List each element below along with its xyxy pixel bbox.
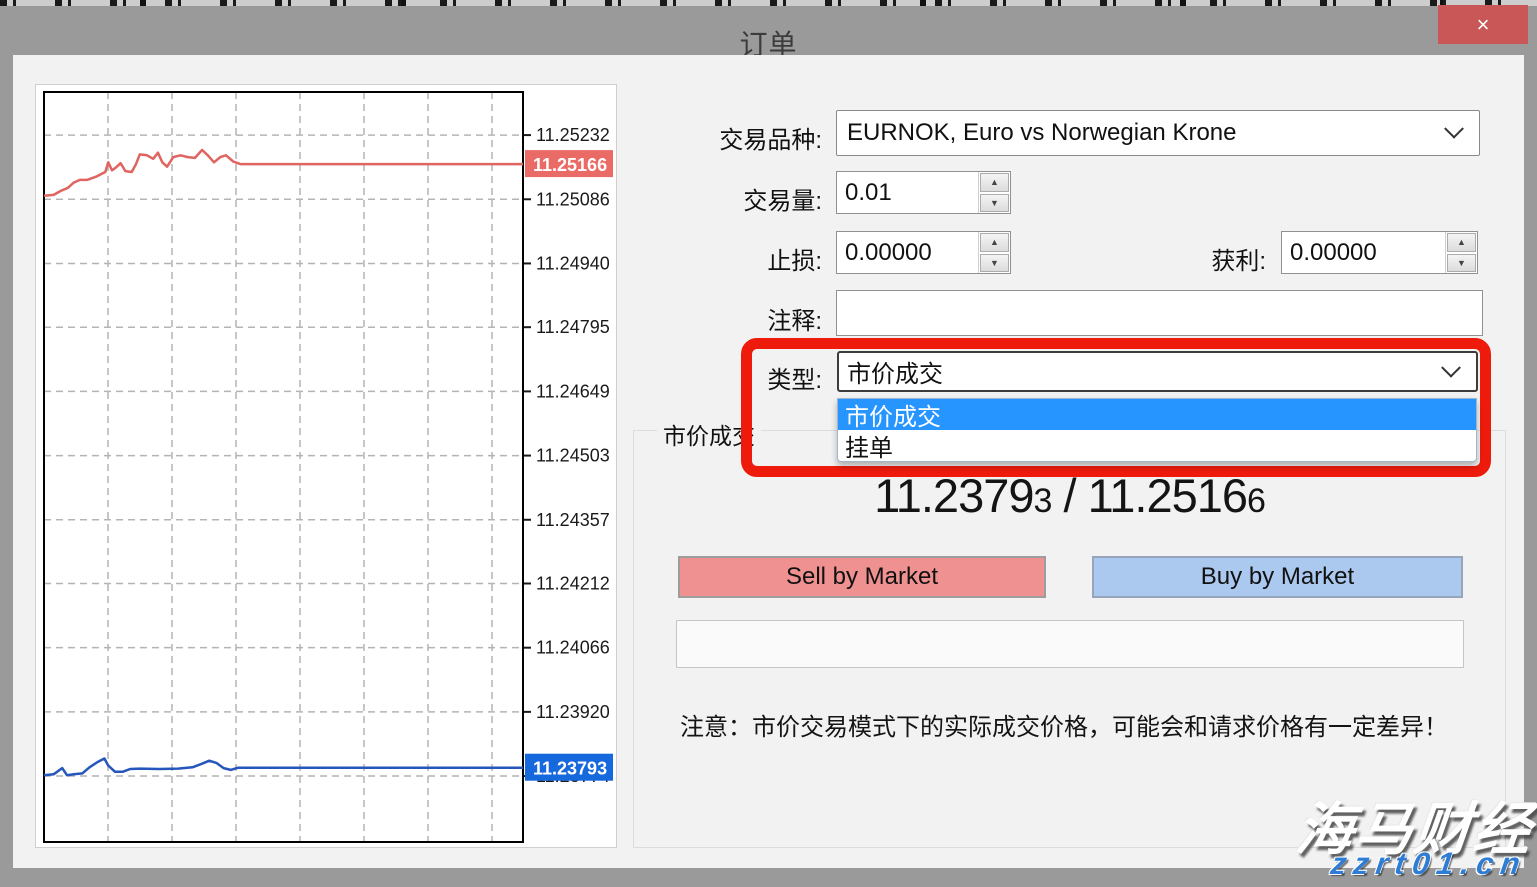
stoploss-label: 止损: (650, 241, 822, 276)
takeprofit-spin-up[interactable]: ▲ (1447, 233, 1476, 252)
note-text: 注意：市价交易模式下的实际成交价格，可能会和请求价格有一定差异！ (680, 707, 1480, 742)
close-icon: × (1477, 12, 1490, 38)
symbol-label: 交易品种: (650, 120, 822, 155)
buy-button-label: Buy by Market (1201, 563, 1354, 591)
stoploss-stepper[interactable]: 0.00000 ▲ ▼ (836, 231, 1011, 274)
comment-input[interactable] (836, 290, 1483, 336)
window-frame-left (0, 55, 13, 870)
order-type-label: 类型: (700, 360, 822, 395)
price-separator: / (1051, 469, 1087, 522)
svg-text:11.23793: 11.23793 (533, 759, 607, 779)
svg-text:11.24649: 11.24649 (536, 381, 610, 401)
tick-chart-panel: 11.25232 11.25086 11.24940 11.24795 11.24649… (35, 84, 617, 848)
volume-spin-down[interactable]: ▼ (980, 194, 1009, 213)
order-type-dropdown: 市价成交 挂单 (837, 398, 1477, 462)
svg-text:11.25232: 11.25232 (536, 125, 610, 145)
buy-button[interactable]: Buy by Market (1092, 556, 1463, 598)
comment-label: 注释: (650, 301, 822, 336)
bid-price: 11.2379 (874, 469, 1033, 522)
close-button[interactable]: × (1438, 5, 1528, 44)
volume-label: 交易量: (650, 181, 822, 216)
ask-price: 11.2516 (1088, 469, 1247, 522)
svg-text:11.24066: 11.24066 (536, 638, 610, 658)
takeprofit-label: 获利: (1130, 241, 1266, 276)
chevron-down-icon (1441, 357, 1461, 377)
order-type-combobox[interactable]: 市价成交 (837, 351, 1478, 392)
bid-ask-price: 11.23793 / 11.25166 (633, 468, 1506, 523)
volume-stepper[interactable]: 0.01 ▲ ▼ (836, 171, 1011, 214)
dialog-titlebar: 订单 (0, 6, 1537, 55)
symbol-value: EURNOK, Euro vs Norwegian Krone (837, 119, 1447, 147)
svg-text:11.24357: 11.24357 (536, 510, 610, 530)
svg-text:11.24795: 11.24795 (536, 317, 610, 337)
stoploss-spin-up[interactable]: ▲ (980, 233, 1009, 252)
sell-button-label: Sell by Market (786, 563, 938, 591)
chevron-down-icon (1444, 119, 1464, 139)
svg-text:11.23920: 11.23920 (536, 702, 610, 722)
dropdown-option-market-execution[interactable]: 市价成交 (838, 399, 1476, 430)
sell-button[interactable]: Sell by Market (678, 556, 1046, 598)
order-type-value: 市价成交 (839, 354, 1444, 389)
volume-value: 0.01 (837, 172, 978, 213)
stoploss-spin-down[interactable]: ▼ (980, 254, 1009, 273)
tick-chart: 11.25232 11.25086 11.24940 11.24795 11.24649… (36, 85, 616, 847)
watermark-url: zzrt01.cn (1329, 846, 1530, 882)
comment-field-wrap (836, 290, 1483, 336)
stoploss-value: 0.00000 (837, 232, 978, 273)
svg-text:11.24212: 11.24212 (536, 574, 610, 594)
symbol-combobox[interactable]: EURNOK, Euro vs Norwegian Krone (836, 110, 1480, 156)
execution-group-label: 市价成交 (657, 417, 761, 451)
volume-spin-up[interactable]: ▲ (980, 173, 1009, 192)
svg-text:11.25086: 11.25086 (536, 189, 610, 209)
status-bar (676, 620, 1464, 668)
dropdown-option-pending-order[interactable]: 挂单 (838, 430, 1476, 461)
window-frame-bottom (0, 868, 1537, 887)
ask-price-last-digit: 6 (1247, 482, 1265, 520)
svg-text:11.24503: 11.24503 (536, 446, 610, 466)
takeprofit-stepper[interactable]: 0.00000 ▲ ▼ (1281, 231, 1478, 274)
takeprofit-value: 0.00000 (1282, 232, 1445, 273)
takeprofit-spin-down[interactable]: ▼ (1447, 254, 1476, 273)
bid-price-last-digit: 3 (1033, 482, 1051, 520)
svg-text:11.24940: 11.24940 (536, 253, 610, 273)
window-frame-right (1524, 55, 1537, 870)
svg-text:11.25166: 11.25166 (533, 155, 607, 175)
